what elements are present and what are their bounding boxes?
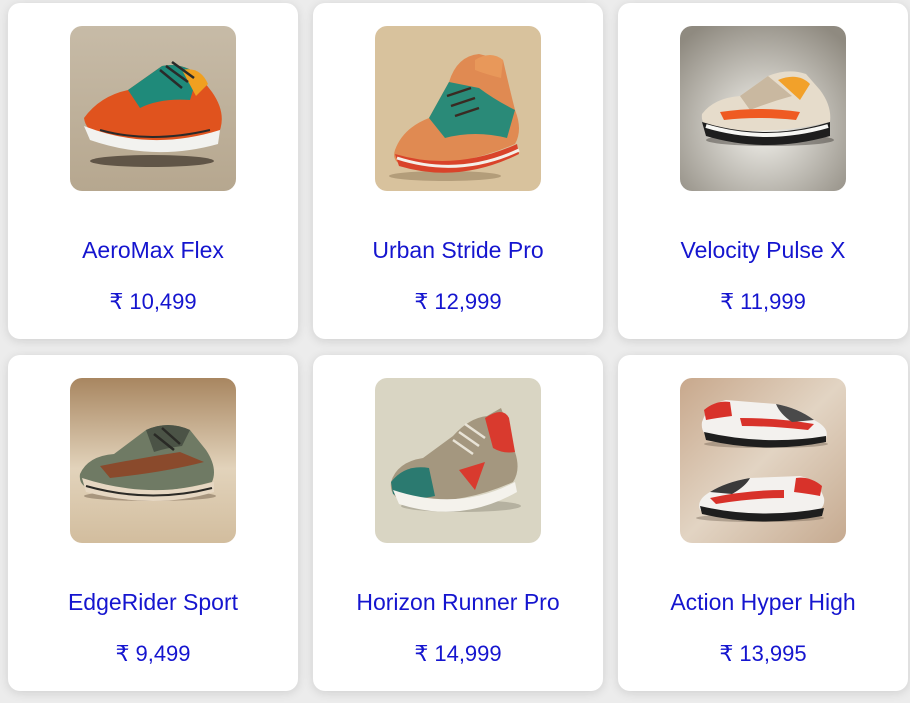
- product-name[interactable]: EdgeRider Sport: [8, 588, 298, 616]
- sneaker-peach-teal-high-icon[interactable]: [375, 26, 541, 191]
- sneaker-teal-red-icon[interactable]: [375, 378, 541, 543]
- sneaker-pair-red-white-icon[interactable]: [680, 378, 846, 543]
- product-card[interactable]: Horizon Runner Pro ₹14,999: [313, 355, 603, 691]
- product-name[interactable]: AeroMax Flex: [8, 236, 298, 264]
- product-card[interactable]: EdgeRider Sport ₹9,499: [8, 355, 298, 691]
- product-name[interactable]: Velocity Pulse X: [618, 236, 908, 264]
- product-name[interactable]: Horizon Runner Pro: [313, 588, 603, 616]
- currency-symbol: ₹: [719, 641, 734, 666]
- product-card[interactable]: Velocity Pulse X ₹11,999: [618, 3, 908, 339]
- product-price: ₹14,999: [313, 640, 603, 668]
- currency-symbol: ₹: [109, 289, 124, 314]
- product-card[interactable]: Urban Stride Pro ₹12,999: [313, 3, 603, 339]
- product-price: ₹9,499: [8, 640, 298, 668]
- sneaker-olive-brown-icon[interactable]: [70, 378, 236, 543]
- product-name[interactable]: Urban Stride Pro: [313, 236, 603, 264]
- product-card[interactable]: AeroMax Flex ₹10,499: [8, 3, 298, 339]
- currency-symbol: ₹: [414, 641, 429, 666]
- price-value: 9,499: [135, 641, 191, 666]
- sneaker-beige-orange-icon[interactable]: [680, 26, 846, 191]
- currency-symbol: ₹: [720, 289, 735, 314]
- product-card[interactable]: Action Hyper High ₹13,995: [618, 355, 908, 691]
- product-grid: AeroMax Flex ₹10,499 Urban Stride Pro ₹1…: [0, 0, 910, 703]
- sneaker-orange-teal-icon[interactable]: [70, 26, 236, 191]
- product-price: ₹10,499: [8, 288, 298, 316]
- product-price: ₹13,995: [618, 640, 908, 668]
- product-price: ₹11,999: [618, 288, 908, 316]
- price-value: 10,499: [129, 289, 197, 314]
- price-value: 11,999: [740, 289, 806, 314]
- product-price: ₹12,999: [313, 288, 603, 316]
- currency-symbol: ₹: [414, 289, 429, 314]
- price-value: 13,995: [739, 641, 807, 666]
- price-value: 12,999: [434, 289, 502, 314]
- currency-symbol: ₹: [115, 641, 130, 666]
- price-value: 14,999: [434, 641, 502, 666]
- product-name[interactable]: Action Hyper High: [618, 588, 908, 616]
